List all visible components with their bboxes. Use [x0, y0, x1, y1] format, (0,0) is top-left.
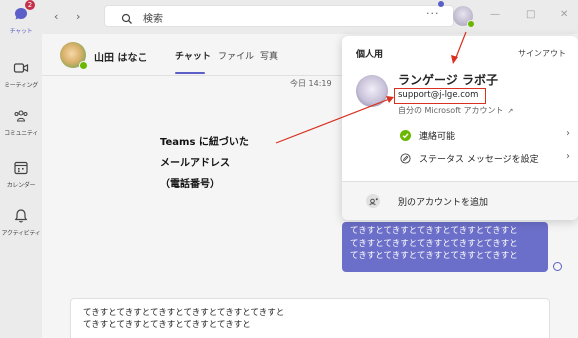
close-icon[interactable]: ✕	[560, 9, 568, 20]
chat-icon: 2	[13, 0, 35, 22]
active-tab-indicator	[175, 72, 205, 74]
title-bar: ‹ › 検索 ··· — □ ✕	[42, 0, 578, 34]
read-receipt-icon	[553, 262, 562, 271]
contact-avatar[interactable]	[60, 42, 88, 70]
people-icon	[13, 108, 29, 124]
contact-name[interactable]: 山田 はなこ	[94, 49, 147, 64]
add-account-row[interactable]: 別のアカウントを追加	[342, 182, 578, 220]
compose-line: てきすとてきすとてきすとてきすとてきすとてきすと	[83, 308, 285, 318]
video-camera-icon	[13, 60, 29, 76]
card-title: 個人用	[356, 50, 384, 60]
annotation-line: （電話番号）	[160, 179, 220, 190]
profile-card: 個人用 サインアウト ランゲージ ラボ子 support@j-lge.com 自…	[342, 36, 578, 220]
email-highlight-box	[394, 88, 486, 104]
rail-label-calendar: カレンダー	[6, 182, 36, 189]
tab-files[interactable]: ファイル	[218, 49, 254, 62]
maximize-icon[interactable]: □	[526, 9, 535, 20]
available-check-icon	[400, 130, 411, 141]
bell-icon	[13, 208, 29, 224]
rail-item-chat[interactable]: 2 チャット	[0, 0, 42, 35]
chevron-right-icon: ›	[566, 128, 570, 139]
message-timestamp: 今日 14:19	[290, 79, 332, 88]
annotation-line: メールアドレス	[160, 158, 230, 169]
message-line: てきすとてきすとてきすとてきすとてきすと	[350, 238, 518, 249]
back-arrow-icon[interactable]: ‹	[54, 10, 58, 23]
account-type-label: 自分の Microsoft アカウント	[398, 106, 504, 115]
annotation-text: Teams に紐づいた メールアドレス （電話番号）	[160, 132, 249, 195]
sent-message-bubble[interactable]: てきすとてきすとてきすとてきすとてきすと てきすとてきすとてきすとてきすとてきす…	[342, 222, 548, 272]
profile-avatar-button[interactable]	[453, 6, 475, 28]
search-placeholder: 検索	[143, 14, 163, 25]
notification-dot	[438, 1, 444, 7]
pencil-icon	[400, 153, 411, 164]
rail-item-activity[interactable]: アクティビティ	[0, 208, 42, 237]
rail-label-chat: チャット	[9, 28, 33, 35]
profile-name: ランゲージ ラボ子	[398, 73, 498, 87]
search-icon	[121, 10, 133, 29]
rail-item-community[interactable]: コミュニティ	[0, 108, 42, 137]
add-account-label: 別のアカウントを追加	[398, 198, 489, 208]
unread-badge: 2	[25, 0, 35, 10]
rail-label-meetings: ミーティング	[4, 82, 38, 89]
rail-label-activity: アクティビティ	[1, 230, 41, 237]
annotation-line: Teams に紐づいた	[160, 137, 249, 148]
compose-box[interactable]: てきすとてきすとてきすとてきすとてきすとてきすと てきすとてきすとてきすとてきす…	[70, 298, 550, 338]
minimize-icon[interactable]: —	[490, 9, 500, 20]
more-options-icon[interactable]: ···	[426, 7, 440, 20]
tab-photos[interactable]: 写真	[260, 49, 278, 62]
presence-status-label: 連絡可能	[419, 132, 456, 142]
external-link-icon: ↗	[507, 107, 514, 115]
account-type[interactable]: 自分の Microsoft アカウント ↗	[398, 105, 513, 116]
presence-status-row[interactable]: 連絡可能 ›	[398, 128, 572, 144]
sign-out-link[interactable]: サインアウト	[518, 48, 566, 59]
app-rail: 2 チャット ミーティング コミュニティ カレンダー アクティビティ	[0, 0, 42, 338]
status-message-label: ステータス メッセージを設定	[419, 155, 539, 165]
rail-item-meetings[interactable]: ミーティング	[0, 60, 42, 89]
message-line: てきすとてきすとてきすとてきすとてきすと	[350, 226, 518, 236]
add-account-icon	[366, 194, 380, 208]
search-box[interactable]: 検索	[104, 5, 454, 27]
status-message-row[interactable]: ステータス メッセージを設定 ›	[398, 151, 572, 167]
presence-available-icon	[79, 61, 88, 70]
forward-arrow-icon[interactable]: ›	[76, 10, 80, 23]
profile-avatar-large[interactable]	[356, 75, 388, 107]
chevron-right-icon: ›	[566, 151, 570, 162]
compose-line: てきすとてきすとてきすとてきすとてきすと	[83, 320, 251, 330]
message-line: てきすとてきすとてきすとてきすとてきすと	[350, 251, 518, 261]
rail-label-community: コミュニティ	[4, 130, 38, 137]
calendar-icon	[13, 160, 29, 176]
presence-available-icon	[467, 20, 475, 28]
tab-chat[interactable]: チャット	[175, 49, 211, 62]
rail-item-calendar[interactable]: カレンダー	[0, 160, 42, 189]
